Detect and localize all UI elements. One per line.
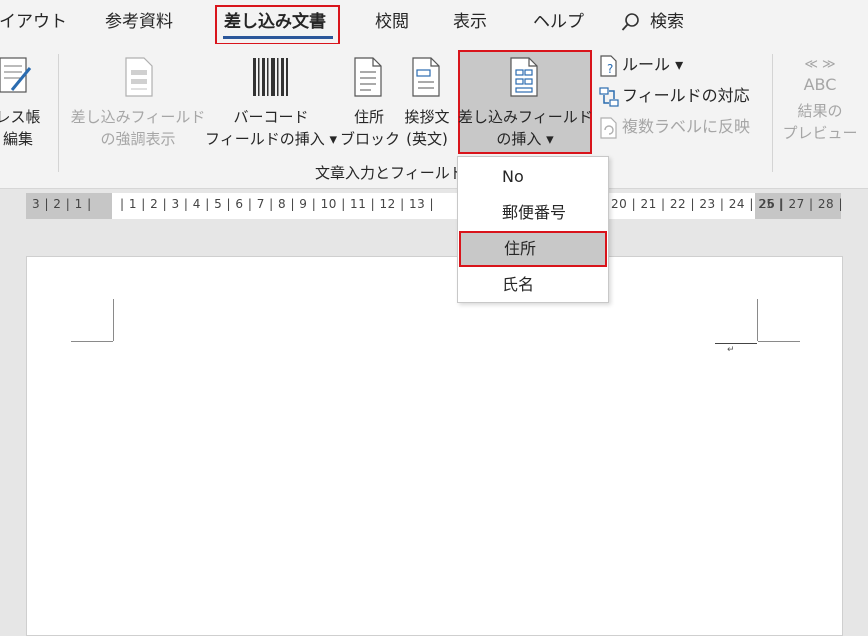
ribbon-separator — [58, 54, 59, 172]
insert-barcode-field-button[interactable]: バーコード フィールドの挿入 ▾ — [204, 54, 338, 150]
match-fields-icon — [599, 86, 619, 107]
ruler-numbers: 3 | 2 | 1 | | 1 | 2 | 3 | 4 | 5 | 6 | 7 … — [26, 197, 844, 215]
rules-button[interactable]: ? ルール ▾ — [598, 52, 683, 78]
ribbon-panel: レス帳 編集 差し込みフィールド の強調表示 バーコード フィールドの挿入 ▾ — [0, 44, 868, 189]
dropdown-item-name[interactable]: 氏名 — [458, 267, 608, 303]
barcode-label-2: フィールドの挿入 ▾ — [205, 130, 337, 148]
merge-field-dropdown: No 郵便番号 住所 氏名 — [457, 156, 609, 303]
search-icon[interactable] — [621, 12, 641, 32]
update-labels-icon — [600, 116, 617, 139]
address-block-label-2: ブロック — [340, 130, 401, 148]
address-block-button[interactable]: 住所 ブロック — [340, 54, 401, 150]
ribbon-separator — [772, 54, 773, 172]
insert-merge-field-icon — [510, 57, 538, 97]
dropdown-item-no[interactable]: No — [458, 159, 608, 195]
match-fields-button[interactable]: フィールドの対応 — [598, 83, 750, 109]
ribbon-group-label: 文章入力とフィールド — [315, 164, 465, 182]
dropdown-item-postal-code[interactable]: 郵便番号 — [458, 195, 608, 231]
greeting-label-1: 挨拶文 — [404, 108, 450, 126]
update-labels-label: 複数ラベルに反映 — [622, 117, 751, 136]
tab-view[interactable]: 表示 — [453, 8, 487, 36]
crop-mark-top-left-v — [113, 299, 114, 341]
tab-search[interactable]: 検索 — [650, 8, 684, 36]
address-book-label-1: レス帳 — [0, 108, 41, 126]
preview-label-1: 結果の — [797, 102, 843, 120]
match-fields-label: フィールドの対応 — [622, 86, 750, 105]
highlight-merge-fields-button[interactable]: 差し込みフィールド の強調表示 — [68, 54, 208, 150]
paragraph-mark: ↵ — [727, 345, 735, 355]
barcode-icon — [253, 58, 288, 96]
dropdown-item-address[interactable]: 住所 — [459, 231, 607, 267]
document-page[interactable]: ↵ — [26, 256, 843, 636]
abc-preview-icon: ≪ ≫ ABC — [780, 54, 860, 100]
crop-mark-top-right-v — [757, 299, 758, 341]
ruler-right-margin-numbers: 26 | 27 | 28 | — [759, 197, 844, 211]
insert-field-label-1: 差し込みフィールド — [458, 108, 593, 126]
update-labels-button[interactable]: 複数ラベルに反映 — [598, 114, 750, 140]
address-block-icon — [354, 57, 382, 97]
insert-field-label-2: の挿入 ▾ — [496, 130, 554, 148]
highlight-label-2: の強調表示 — [100, 130, 176, 148]
preview-results-button[interactable]: ≪ ≫ ABC 結果の プレビュー — [780, 54, 860, 144]
tab-layout[interactable]: レイアウト — [0, 8, 67, 36]
address-block-label-1: 住所 — [353, 108, 384, 126]
horizontal-ruler[interactable]: 3 | 2 | 1 | | 1 | 2 | 3 | 4 | 5 | 6 | 7 … — [26, 193, 844, 219]
ruler-left-numbers: 3 | 2 | 1 | — [32, 197, 92, 211]
tab-references[interactable]: 参考資料 — [105, 8, 173, 36]
crop-mark-top-left-h — [71, 341, 113, 342]
crop-mark-top-right-h — [758, 341, 800, 342]
tab-review[interactable]: 校閲 — [375, 8, 409, 36]
address-book-label-2: 編集 — [2, 130, 33, 148]
svg-text:?: ? — [607, 62, 613, 76]
address-book-icon — [0, 57, 32, 93]
ribbon-tab-bar: レイアウト 参考資料 差し込み文書 校閲 表示 ヘルプ 検索 — [0, 0, 868, 45]
document-fields-icon — [125, 57, 153, 97]
preview-label-2: プレビュー — [782, 124, 858, 142]
ruler-right-numbers: | 1 | 2 | 3 | 4 | 5 | 6 | 7 | 8 | 9 | 10… — [120, 197, 435, 211]
greeting-line-button[interactable]: 挨拶文 (英文) — [398, 54, 456, 150]
tab-active-underline — [223, 36, 333, 39]
barcode-label-1: バーコード — [233, 108, 309, 126]
greeting-label-2: (英文) — [406, 130, 448, 148]
highlight-label-1: 差し込みフィールド — [70, 108, 206, 126]
tab-mailings[interactable]: 差し込み文書 — [224, 8, 326, 36]
ruler-right-numbers-b: 20 | 21 | 22 | 23 | 24 | 25 | — [611, 197, 784, 211]
preview-arrows: ≪ ≫ — [804, 57, 836, 72]
greeting-line-icon — [412, 57, 440, 97]
insertion-line — [715, 343, 757, 344]
tab-help[interactable]: ヘルプ — [533, 8, 584, 36]
preview-abc-text: ABC — [803, 75, 837, 94]
edit-address-book-button[interactable]: レス帳 編集 — [0, 54, 48, 150]
insert-merge-field-button[interactable]: 差し込みフィールド の挿入 ▾ — [458, 54, 593, 150]
rules-label: ルール ▾ — [622, 55, 684, 74]
rules-icon: ? — [600, 54, 617, 77]
